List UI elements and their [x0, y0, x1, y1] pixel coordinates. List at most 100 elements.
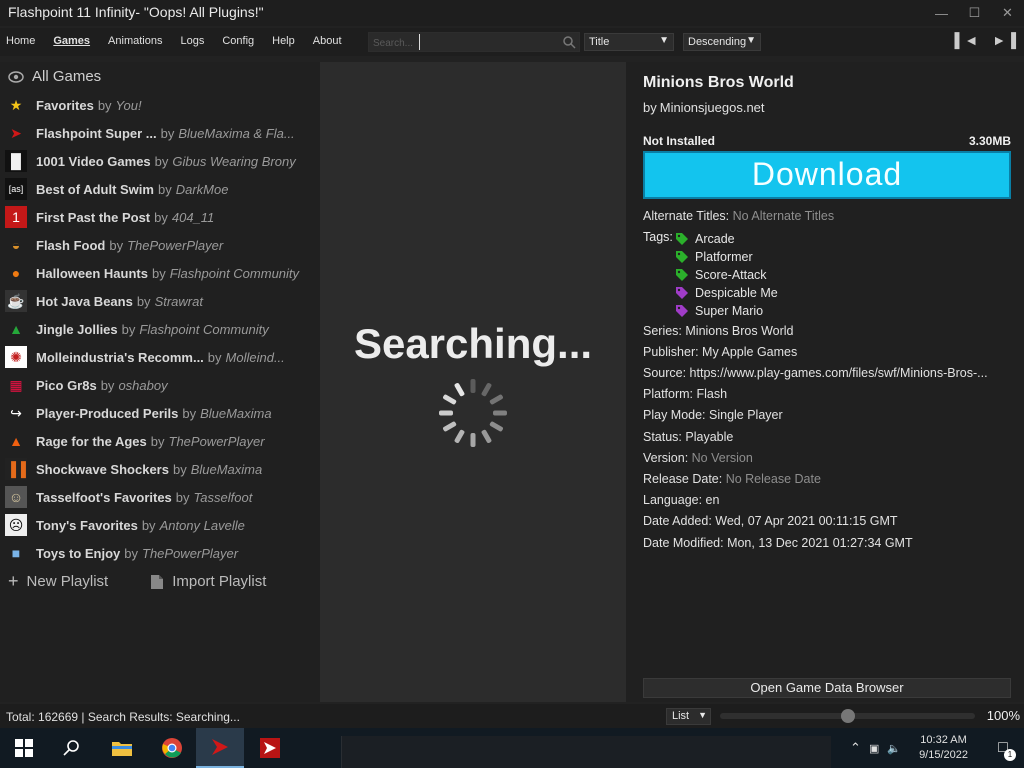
- import-playlist-label: Import Playlist: [172, 573, 267, 590]
- toy-blocks-icon: ■: [11, 545, 21, 561]
- chrome-icon[interactable]: [148, 728, 196, 768]
- menu-about[interactable]: About: [313, 35, 342, 47]
- playlist-item[interactable]: ▲ Jingle Jollies by Flashpoint Community: [0, 315, 320, 343]
- tag-item[interactable]: Super Mario: [675, 302, 778, 320]
- series[interactable]: Series: Minions Bros World: [643, 324, 794, 338]
- tag-item[interactable]: Score-Attack: [675, 266, 778, 284]
- menu-help[interactable]: Help: [272, 35, 295, 47]
- playlist-by-label: by: [109, 237, 124, 253]
- toggle-left-sidebar-icon[interactable]: ▌◄: [954, 32, 978, 48]
- tag-item[interactable]: Arcade: [675, 230, 778, 248]
- clock[interactable]: 10:32 AM 9/15/2022: [919, 733, 968, 763]
- file-explorer-icon[interactable]: [98, 728, 146, 768]
- platform[interactable]: Platform: Flash: [643, 387, 727, 401]
- minimize-icon[interactable]: —: [925, 0, 958, 26]
- zoom-slider-thumb[interactable]: [840, 709, 855, 723]
- alternate-titles-value: No Alternate Titles: [732, 209, 835, 223]
- playlist-item[interactable]: ● Halloween Haunts by Flashpoint Community: [0, 259, 320, 287]
- import-playlist-button[interactable]: Import Playlist: [150, 571, 266, 592]
- playlist-item[interactable]: ↪ Player-Produced Perils by BlueMaxima: [0, 399, 320, 427]
- tag-icon: [676, 305, 688, 317]
- playlist-item[interactable]: 1 First Past the Post by 404_11: [0, 203, 320, 231]
- pumpkin-icon: ●: [11, 265, 21, 281]
- open-game-data-browser-button[interactable]: Open Game Data Browser: [643, 678, 1011, 698]
- playlist-item[interactable]: ▦ Pico Gr8s by oshaboy: [0, 371, 320, 399]
- search-box[interactable]: [368, 32, 580, 53]
- source[interactable]: Source: https://www.play-games.com/files…: [643, 366, 988, 380]
- notification-center-icon[interactable]: □ 1: [982, 728, 1024, 768]
- playlist-by-label: by: [157, 181, 172, 197]
- menu-config[interactable]: Config: [222, 35, 254, 47]
- all-games-item[interactable]: All Games: [8, 68, 101, 85]
- windows-start-icon[interactable]: [0, 728, 48, 768]
- game-status[interactable]: Status: Playable: [643, 430, 733, 444]
- maximize-icon[interactable]: ☐: [958, 0, 991, 26]
- volume-icon[interactable]: 🔈: [887, 742, 901, 755]
- menu-games[interactable]: Games: [53, 35, 90, 47]
- version-value: No Version: [691, 451, 753, 465]
- menu-home[interactable]: Home: [6, 35, 35, 47]
- spinner-segment: [443, 421, 457, 432]
- chevron-down-icon: ▼: [698, 710, 707, 720]
- flashpoint-launcher-icon[interactable]: [246, 728, 294, 768]
- publisher[interactable]: Publisher: My Apple Games: [643, 345, 797, 359]
- playlist-item[interactable]: ☕ Hot Java Beans by Strawrat: [0, 287, 320, 315]
- version: Version: No Version: [643, 451, 753, 465]
- playlist-by-label: by: [151, 265, 166, 281]
- christmas-tree-icon: ▲: [9, 321, 23, 337]
- playlist-author: Antony Lavelle: [159, 517, 245, 533]
- order-direction-select[interactable]: Descending ▼: [683, 33, 761, 51]
- playlist-item[interactable]: ▐▐ Shockwave Shockers by BlueMaxima: [0, 455, 320, 483]
- play-mode[interactable]: Play Mode: Single Player: [643, 408, 783, 422]
- flashpoint-icon[interactable]: [196, 728, 244, 768]
- playlist-by-label: by: [136, 293, 151, 309]
- close-icon[interactable]: ✕: [991, 0, 1024, 26]
- star-icon: ★: [9, 96, 23, 113]
- playlist-item[interactable]: ➤ Flashpoint Super ... by BlueMaxima & Fla.…: [0, 119, 320, 147]
- chevron-up-icon[interactable]: ⌃: [850, 740, 861, 756]
- tag-item[interactable]: Despicable Me: [675, 284, 778, 302]
- search-icon[interactable]: [562, 35, 576, 49]
- zoom-slider[interactable]: [720, 709, 975, 723]
- order-by-select[interactable]: Title ▼: [584, 33, 674, 51]
- playlist-item[interactable]: ▲ Rage for the Ages by ThePowerPlayer: [0, 427, 320, 455]
- playlist-by-label: by: [124, 545, 138, 561]
- toggle-right-sidebar-icon[interactable]: ►▐: [992, 32, 1016, 48]
- download-button[interactable]: Download: [643, 151, 1011, 199]
- spinner-segment: [470, 379, 476, 393]
- playlist-item[interactable]: ★ Favorites by You!: [0, 91, 320, 119]
- tag-icon: [676, 233, 688, 245]
- release-date-label: Release Date:: [643, 472, 723, 486]
- new-playlist-label: New Playlist: [26, 573, 109, 590]
- playlist-by-label: by: [97, 97, 112, 113]
- view-mode-select[interactable]: List ▼: [666, 708, 711, 725]
- playlist-item[interactable]: [as] Best of Adult Swim by DarkMoe: [0, 175, 320, 203]
- spinner-segment: [439, 410, 453, 416]
- new-playlist-button[interactable]: + New Playlist: [8, 571, 108, 592]
- playlist-item[interactable]: ☺ Tasselfoot's Favorites by Tasselfoot: [0, 483, 320, 511]
- playlist-item[interactable]: ■ Toys to Enjoy by ThePowerPlayer: [0, 539, 320, 567]
- search-input[interactable]: [369, 34, 559, 53]
- playlist-author: Tasselfoot: [193, 489, 253, 505]
- playlist-item[interactable]: ✺ Molleindustria's Recomm... by Molleind...: [0, 343, 320, 371]
- playlist-author: ThePowerPlayer: [142, 545, 239, 561]
- playlist-item[interactable]: ◒ Flash Food by ThePowerPlayer: [0, 231, 320, 259]
- tag-item[interactable]: Platformer: [675, 248, 778, 266]
- release-date-value: No Release Date: [725, 472, 821, 486]
- playlist-by-label: by: [121, 321, 136, 337]
- windows-taskbar: ⌃ ▣ 🔈 10:32 AM 9/15/2022 □ 1: [0, 728, 1024, 768]
- playlist-item[interactable]: █ 1001 Video Games by Gibus Wearing Brony: [0, 147, 320, 175]
- menu-logs[interactable]: Logs: [180, 35, 204, 47]
- spinner-segment: [489, 394, 503, 405]
- menu-animations[interactable]: Animations: [108, 35, 162, 47]
- taskbar-blank-area: [341, 736, 831, 768]
- playlist-author: You!: [115, 97, 142, 113]
- playlist-item[interactable]: ☹ Tony's Favorites by Antony Lavelle: [0, 511, 320, 539]
- playlist-by-label: by: [160, 125, 175, 141]
- search-icon[interactable]: [48, 728, 96, 768]
- playlist-name: Molleindustria's Recomm...: [36, 349, 204, 365]
- playlist-name: Tony's Favorites: [36, 517, 138, 533]
- shockwave-icon: ▐▐: [5, 458, 27, 480]
- spinner-segment: [454, 383, 465, 397]
- network-icon[interactable]: ▣: [869, 742, 879, 755]
